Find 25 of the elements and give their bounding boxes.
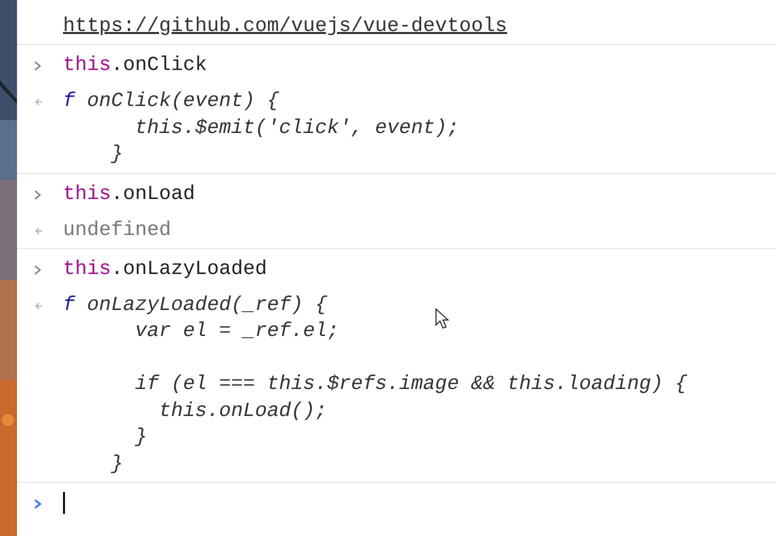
command-text: this.onClick	[63, 53, 208, 79]
chevron-icon	[34, 264, 42, 274]
return-arrow-icon	[34, 226, 44, 236]
code-line: onLazyLoaded(_ref) {	[87, 294, 328, 316]
command-text: this.onLoad	[63, 182, 196, 208]
code-line: }	[134, 426, 148, 449]
code-line: if (el === this.$refs.image && this.loading) {	[134, 373, 688, 396]
code-line: var el = _ref.el;	[134, 320, 340, 343]
code-line: this.onLoad();	[158, 400, 328, 422]
code-line: }	[110, 143, 124, 166]
function-mark: f	[63, 90, 76, 113]
return-arrow-icon	[34, 300, 44, 310]
chevron-icon	[34, 190, 42, 200]
code-line: }	[110, 452, 124, 476]
text-cursor[interactable]	[63, 492, 65, 514]
function-mark: f	[63, 294, 76, 316]
prompt-icon	[34, 499, 42, 509]
result-text: undefined	[63, 218, 172, 244]
return-arrow-icon	[34, 97, 44, 107]
code-line: this.$emit('click', event);	[134, 116, 460, 140]
link[interactable]: https://github.com/vuejs/vue-devtools	[63, 15, 508, 38]
command-text: this.onLazyLoaded	[63, 256, 268, 282]
pointer-icon	[435, 308, 449, 330]
chevron-icon	[34, 61, 42, 71]
code-line: onClick(event) {	[87, 90, 280, 113]
